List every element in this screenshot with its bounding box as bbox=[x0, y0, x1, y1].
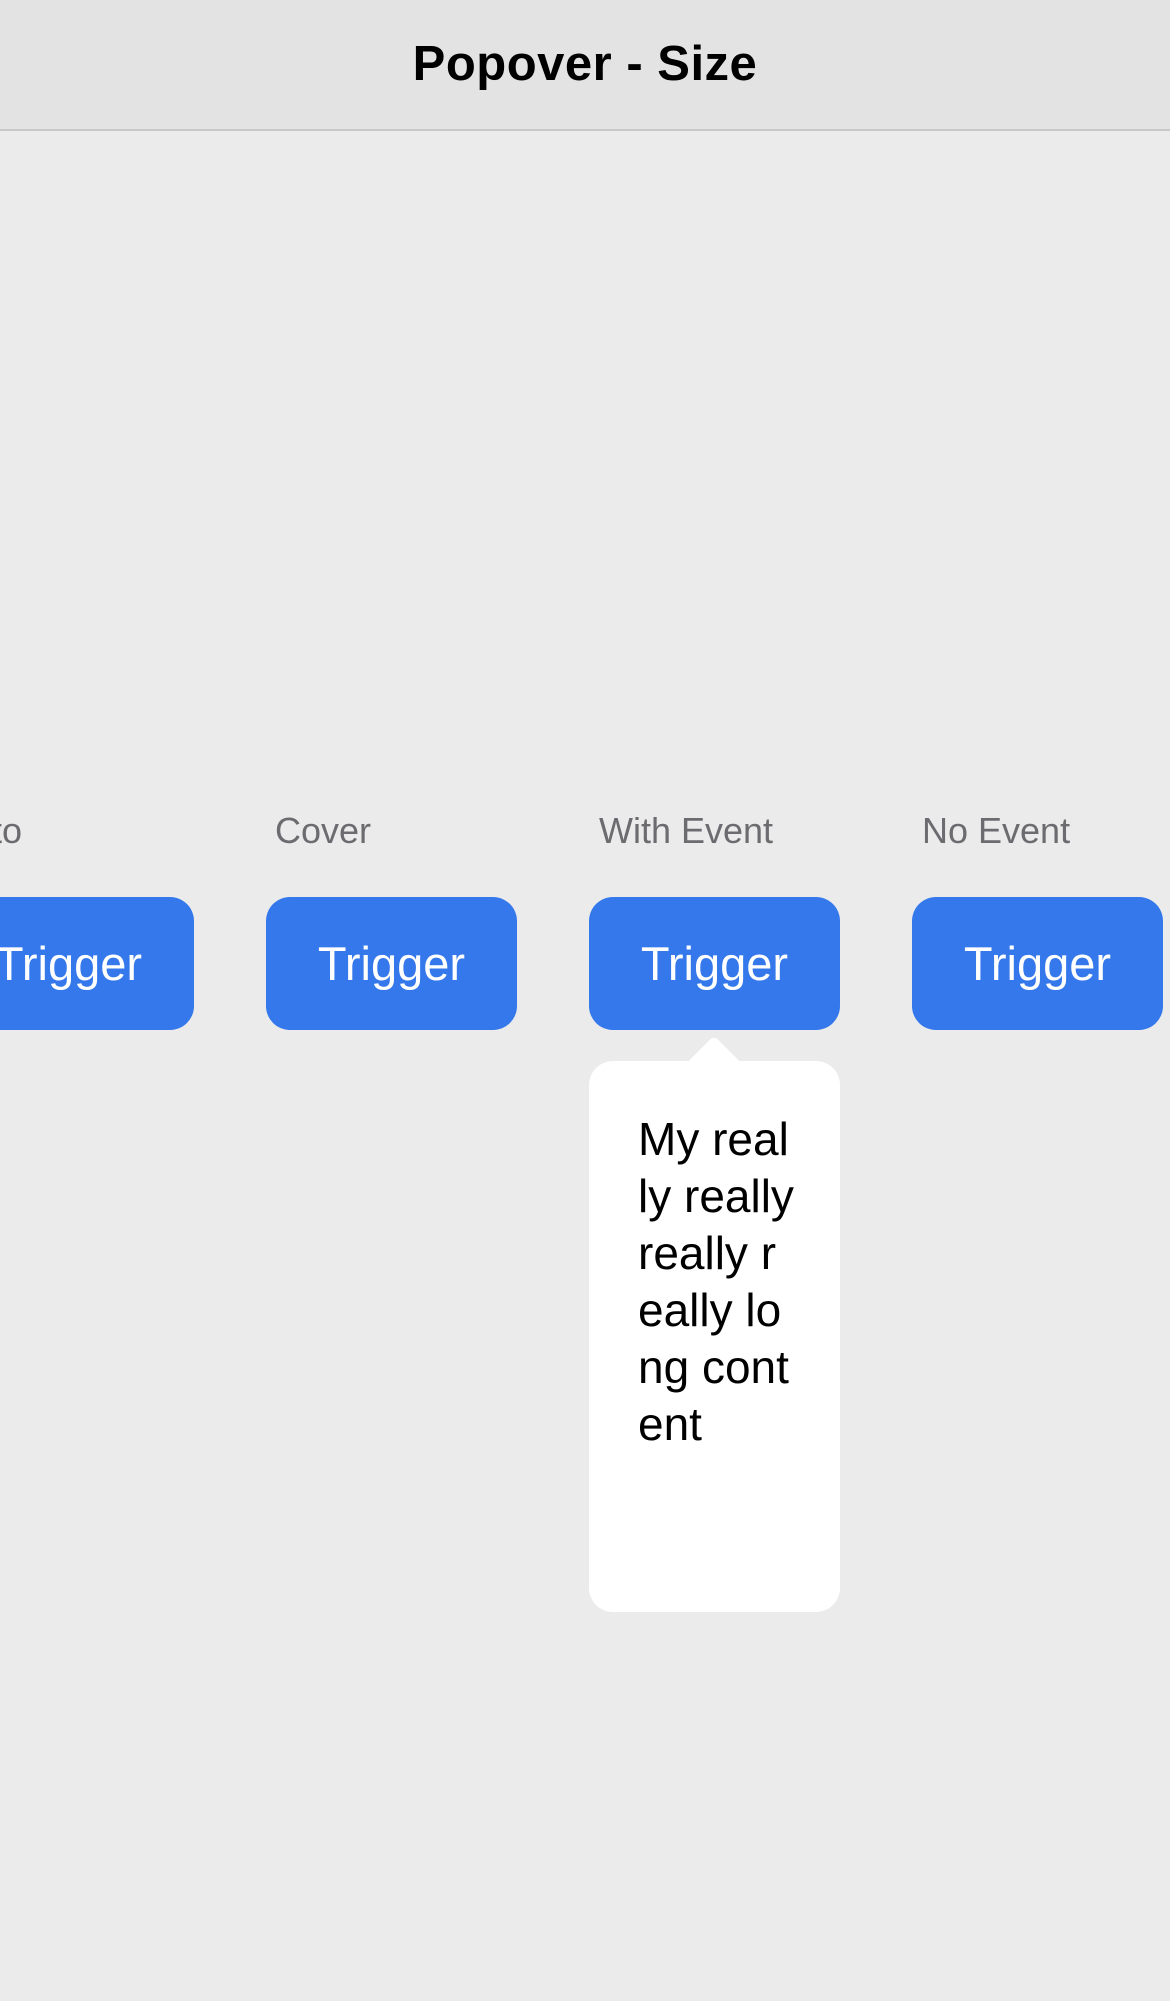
popover-arrow bbox=[687, 1034, 741, 1062]
popover: My really really really really long cont… bbox=[589, 1061, 840, 1612]
auto-trigger-button[interactable]: Trigger bbox=[0, 897, 194, 1030]
auto-label: to bbox=[0, 810, 23, 851]
no-event-trigger-button[interactable]: Trigger bbox=[912, 897, 1163, 1030]
cover-label: Cover bbox=[275, 810, 372, 851]
popover-content: My really really really really long cont… bbox=[638, 1113, 794, 1450]
no-event-label: No Event bbox=[922, 810, 1071, 851]
page-title: Popover - Size bbox=[412, 37, 758, 91]
content-area: to Trigger Cover Trigger With Event Trig… bbox=[0, 131, 1170, 2001]
cover-trigger-button[interactable]: Trigger bbox=[266, 897, 517, 1030]
with-event-trigger-button[interactable]: Trigger bbox=[589, 897, 840, 1030]
navigation-bar: Popover - Size bbox=[0, 0, 1170, 131]
with-event-label: With Event bbox=[599, 810, 774, 851]
